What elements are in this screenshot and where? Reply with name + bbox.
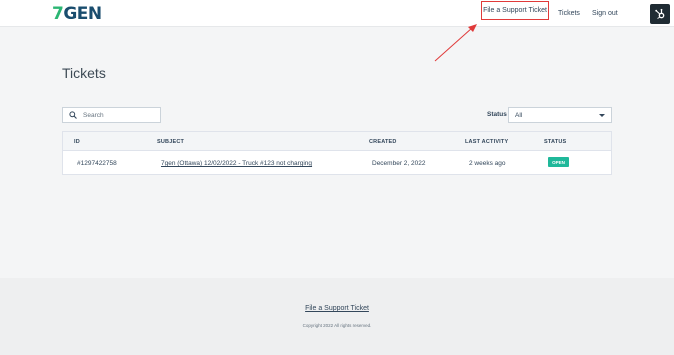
column-header-created[interactable]: CREATED bbox=[369, 139, 397, 145]
search-input[interactable] bbox=[83, 111, 153, 119]
search-icon bbox=[63, 111, 83, 119]
nav-sign-out[interactable]: Sign out bbox=[592, 0, 618, 27]
status-filter-value: All bbox=[515, 111, 523, 119]
column-header-last-activity[interactable]: LAST ACTIVITY bbox=[465, 139, 508, 145]
status-filter-label: Status bbox=[487, 111, 507, 118]
ticket-id: #1297422758 bbox=[77, 160, 117, 167]
site-header: 7GEN File a Support Ticket Tickets Sign … bbox=[0, 0, 674, 27]
status-filter-select[interactable]: All bbox=[508, 107, 612, 123]
caret-down-icon bbox=[599, 113, 605, 117]
column-header-subject[interactable]: SUBJECT bbox=[157, 139, 184, 145]
column-header-id[interactable]: ID bbox=[74, 139, 80, 145]
nav-tickets[interactable]: Tickets bbox=[558, 0, 580, 27]
status-badge: OPEN bbox=[548, 157, 569, 167]
tickets-table: ID SUBJECT CREATED LAST ACTIVITY STATUS … bbox=[62, 131, 612, 175]
column-header-status[interactable]: STATUS bbox=[544, 139, 566, 145]
table-header: ID SUBJECT CREATED LAST ACTIVITY STATUS bbox=[63, 132, 611, 151]
7gen-logo[interactable]: 7GEN bbox=[52, 4, 102, 24]
nav-file-support-ticket[interactable]: File a Support Ticket bbox=[481, 1, 549, 20]
ticket-subject-link[interactable]: 7gen (Ottawa) 12/02/2022 - Truck #123 no… bbox=[161, 160, 312, 167]
copyright-text: Copyright 2022 All rights reserved. bbox=[302, 323, 372, 328]
search-box[interactable] bbox=[62, 107, 161, 123]
ticket-created: December 2, 2022 bbox=[372, 160, 426, 167]
ticket-subject-cell: 7gen (Ottawa) 12/02/2022 - Truck #123 no… bbox=[161, 160, 312, 167]
ticket-last-activity: 2 weeks ago bbox=[469, 160, 506, 167]
footer-file-ticket-link[interactable]: File a Support Ticket bbox=[0, 305, 674, 312]
page-title: Tickets bbox=[62, 65, 106, 81]
hubspot-sprocket-icon[interactable] bbox=[650, 4, 670, 24]
site-footer bbox=[0, 278, 674, 355]
